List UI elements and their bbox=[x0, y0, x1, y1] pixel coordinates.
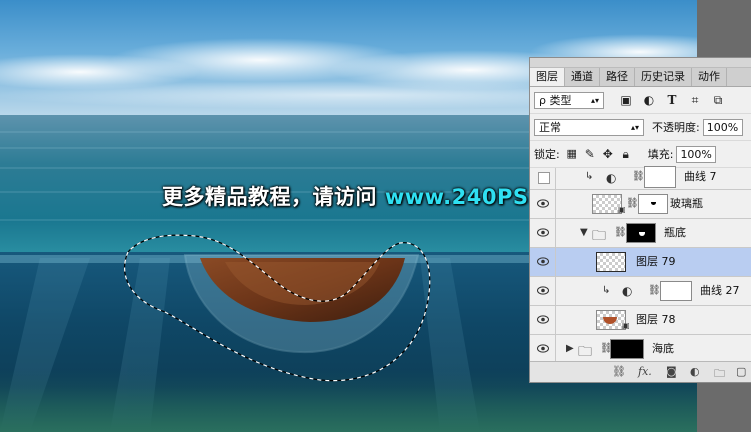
chevron-right-icon[interactable]: ▶ bbox=[566, 343, 574, 354]
layer-name: 玻璃瓶 bbox=[670, 197, 703, 210]
type-filter-icon[interactable]: T bbox=[664, 92, 680, 108]
lock-paint-icon[interactable]: ✎ bbox=[582, 146, 598, 162]
lock-row: 锁定: ▦ ✎ ✥ 🔒︎ 填充: 100% bbox=[530, 141, 751, 168]
smart-object-badge-icon: ▣ bbox=[622, 321, 630, 330]
eye-icon bbox=[537, 286, 549, 295]
smart-object-filter-icon[interactable]: ⧉ bbox=[710, 92, 726, 108]
layer-list: ↳ ◐ ⛓ 曲线 7 ▣ ⛓ 玻璃瓶 ▼ 🗀︎ ⛓ 瓶底 图层 79 ↳ ◐ ⛓… bbox=[530, 166, 751, 364]
panel-tabs: 图层 通道 路径 历史记录 动作 bbox=[530, 68, 751, 87]
layer-name: 瓶底 bbox=[664, 226, 686, 239]
eye-icon bbox=[537, 257, 549, 266]
layer-mask-thumbnail bbox=[638, 194, 668, 214]
chevron-updown-icon: ▴▾ bbox=[630, 122, 639, 132]
opacity-label: 不透明度: bbox=[652, 121, 700, 134]
image-filter-icon[interactable]: ▣ bbox=[618, 92, 634, 108]
search-icon: ρ bbox=[539, 93, 546, 107]
layer-row[interactable]: ▣ ⛓ 玻璃瓶 bbox=[530, 190, 751, 219]
folder-icon: 🗀︎ bbox=[592, 228, 606, 244]
layer-mask-thumbnail bbox=[644, 166, 676, 188]
layer-thumbnail bbox=[596, 252, 626, 272]
mask-icon[interactable]: ◙ bbox=[666, 365, 677, 378]
lock-label: 锁定: bbox=[534, 148, 560, 161]
layer-name: 曲线 27 bbox=[700, 284, 740, 297]
visibility-toggle[interactable] bbox=[530, 248, 556, 276]
filter-row: ρ 类型 ▴▾ ▣ ◐ T ⌗ ⧉ bbox=[530, 87, 751, 114]
clip-arrow-icon: ↳ bbox=[602, 285, 611, 296]
blend-mode-value: 正常 bbox=[539, 120, 561, 134]
mask-shape bbox=[639, 232, 645, 236]
visibility-empty-icon bbox=[538, 172, 550, 184]
thumbnail-content bbox=[603, 317, 617, 324]
adjustment-icon[interactable]: ◐ bbox=[690, 365, 700, 378]
new-layer-icon[interactable]: ▢ bbox=[736, 365, 746, 378]
eye-icon bbox=[537, 228, 549, 237]
eye-icon bbox=[537, 344, 549, 353]
visibility-toggle[interactable] bbox=[530, 335, 556, 363]
adjustment-filter-icon[interactable]: ◐ bbox=[641, 92, 657, 108]
clip-arrow-icon: ↳ bbox=[585, 171, 594, 182]
opacity-field[interactable]: 100% bbox=[702, 118, 743, 136]
layer-mask-thumbnail bbox=[660, 281, 692, 301]
tab-layers[interactable]: 图层 bbox=[530, 68, 565, 86]
tab-paths[interactable]: 路径 bbox=[600, 68, 635, 86]
tab-actions[interactable]: 动作 bbox=[692, 68, 727, 86]
eye-icon bbox=[537, 315, 549, 324]
layer-row[interactable]: ▣ 图层 78 bbox=[530, 306, 751, 335]
layer-mask-thumbnail bbox=[626, 223, 656, 243]
visibility-toggle[interactable] bbox=[530, 219, 556, 247]
visibility-toggle[interactable] bbox=[530, 190, 556, 218]
curves-adjustment-icon: ◐ bbox=[622, 284, 633, 298]
layer-name: 海底 bbox=[652, 342, 674, 355]
smart-object-badge-icon: ▣ bbox=[618, 205, 626, 214]
lock-transparent-icon[interactable]: ▦ bbox=[564, 146, 580, 162]
eye-icon bbox=[537, 199, 549, 208]
layer-row[interactable]: ▼ 🗀︎ ⛓ 瓶底 bbox=[530, 219, 751, 248]
blend-mode-dropdown[interactable]: 正常 ▴▾ bbox=[534, 118, 644, 136]
lock-move-icon[interactable]: ✥ bbox=[600, 146, 616, 162]
link-icon[interactable]: ⛓ bbox=[612, 365, 626, 378]
layer-name: 曲线 7 bbox=[684, 170, 717, 183]
link-icon: ⛓ bbox=[626, 198, 639, 209]
layer-row[interactable]: ↳ ◐ ⛓ 曲线 27 bbox=[530, 277, 751, 306]
visibility-toggle[interactable] bbox=[530, 306, 556, 334]
link-icon: ⛓ bbox=[632, 171, 645, 182]
blend-row: 正常 ▴▾ 不透明度: 100% bbox=[530, 114, 751, 141]
layer-row[interactable]: 图层 79 bbox=[530, 248, 751, 277]
visibility-toggle[interactable] bbox=[530, 168, 556, 189]
watermark-cn: 更多精品教程，请访问 bbox=[162, 185, 377, 209]
curves-adjustment-icon: ◐ bbox=[606, 171, 617, 185]
panel-title-bar[interactable] bbox=[530, 58, 751, 68]
layer-row[interactable]: ↳ ◐ ⛓ 曲线 7 bbox=[530, 166, 751, 190]
tab-channels[interactable]: 通道 bbox=[565, 68, 600, 86]
watermark-text: 更多精品教程，请访问 www.240PS.com bbox=[162, 181, 587, 211]
layer-row[interactable]: ▶ 🗀︎ ⛓ 海底 bbox=[530, 335, 751, 364]
filter-kind-dropdown[interactable]: ρ 类型 ▴▾ bbox=[534, 91, 604, 109]
lock-all-icon[interactable]: 🔒︎ bbox=[618, 146, 634, 162]
layers-panel: 图层 通道 路径 历史记录 动作 ρ 类型 ▴▾ ▣ ◐ T ⌗ ⧉ 正常 ▴▾… bbox=[529, 57, 751, 383]
fill-field[interactable]: 100% bbox=[676, 145, 717, 163]
link-icon: ⛓ bbox=[614, 227, 627, 238]
layer-name: 图层 78 bbox=[636, 313, 676, 326]
chevron-down-icon[interactable]: ▼ bbox=[580, 227, 588, 238]
fx-icon[interactable]: fx. bbox=[638, 365, 652, 378]
fill-label: 填充: bbox=[647, 148, 674, 161]
panel-bottom-toolbar: ⛓ fx. ◙ ◐ 🗀︎ ▢ bbox=[530, 361, 751, 382]
tab-history[interactable]: 历史记录 bbox=[635, 68, 692, 86]
link-icon: ⛓ bbox=[648, 285, 661, 296]
shape-filter-icon[interactable]: ⌗ bbox=[687, 92, 703, 108]
filter-kind-label: 类型 bbox=[549, 93, 572, 107]
chevron-updown-icon: ▴▾ bbox=[590, 95, 599, 105]
group-icon[interactable]: 🗀︎ bbox=[714, 365, 725, 382]
visibility-toggle[interactable] bbox=[530, 277, 556, 305]
mask-shape bbox=[651, 202, 656, 205]
layer-mask-thumbnail bbox=[610, 339, 644, 359]
layer-name: 图层 79 bbox=[636, 255, 676, 268]
